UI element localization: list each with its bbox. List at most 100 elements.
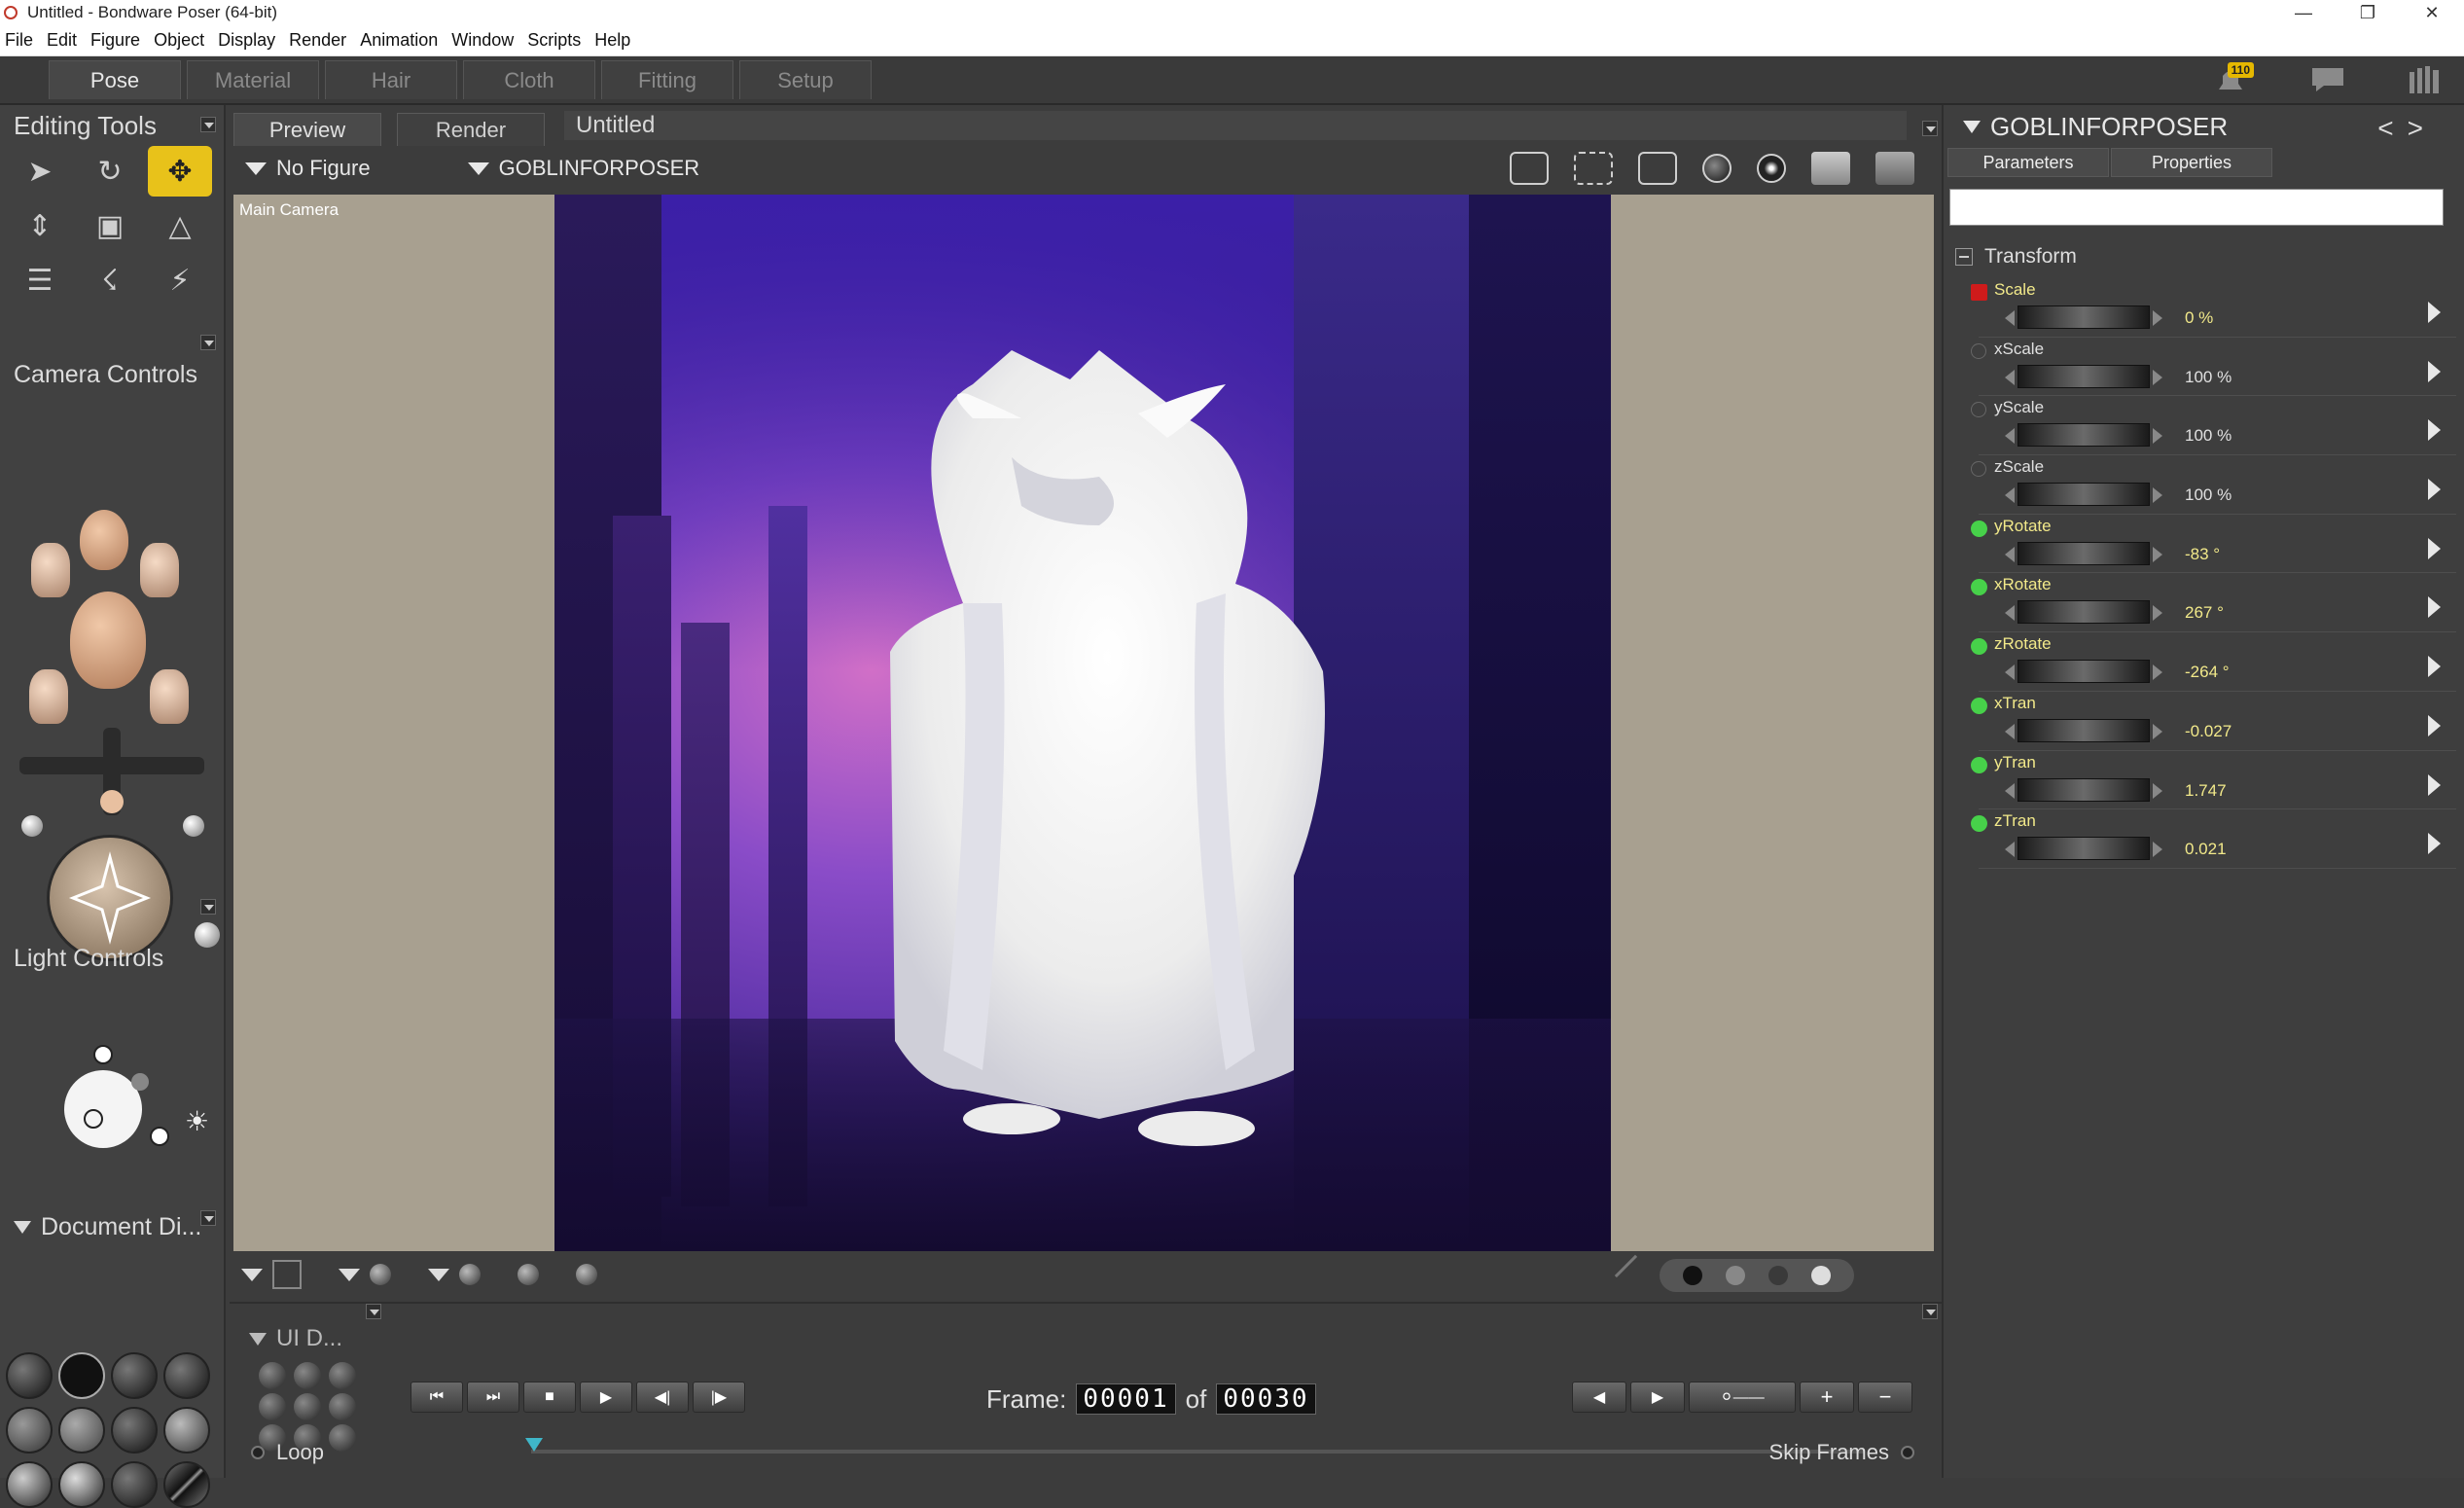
next-key-icon[interactable]: ▶ xyxy=(1630,1382,1685,1413)
sphere-render-icon[interactable] xyxy=(1702,154,1732,183)
parameter-menu-arrow-icon[interactable] xyxy=(2428,360,2441,382)
previous-actor-icon[interactable]: < xyxy=(2377,113,2407,143)
parameter-menu-arrow-icon[interactable] xyxy=(2428,773,2441,796)
camera-option-ball-icon[interactable] xyxy=(21,815,43,837)
parameter-menu-arrow-icon[interactable] xyxy=(2428,419,2441,442)
key-indicator-icon[interactable] xyxy=(1971,342,1986,359)
minimize-button[interactable]: — xyxy=(2271,0,2336,25)
parameter-dial[interactable] xyxy=(2005,600,2162,625)
parameter-dial[interactable] xyxy=(2005,541,2162,565)
figure-select[interactable]: No Figure xyxy=(245,156,371,181)
preview-style-icon[interactable] xyxy=(163,1461,210,1508)
menu-object[interactable]: Object xyxy=(149,30,213,51)
background-white-swatch[interactable] xyxy=(1811,1266,1831,1285)
close-button[interactable]: ✕ xyxy=(2400,0,2464,25)
key-indicator-icon[interactable] xyxy=(1971,402,1986,418)
viewport-menu-button[interactable] xyxy=(1922,121,1938,136)
key-indicator-icon[interactable] xyxy=(1971,815,1987,833)
light-globe-icon[interactable]: ☀ xyxy=(0,1041,226,1167)
parameter-menu-arrow-icon[interactable] xyxy=(2428,302,2441,323)
remove-keyframe-icon[interactable]: − xyxy=(1858,1382,1912,1413)
key-indicator-icon[interactable] xyxy=(1971,579,1987,596)
face-camera-icon[interactable] xyxy=(80,510,128,570)
menu-help[interactable]: Help xyxy=(589,30,639,51)
parameter-value[interactable]: 0 % xyxy=(2185,308,2213,328)
tab-hair[interactable]: Hair xyxy=(325,60,457,99)
scene-render[interactable] xyxy=(554,195,1611,1251)
skip-frames-option[interactable]: Skip Frames xyxy=(1769,1440,1914,1465)
step-back-icon[interactable]: ◀| xyxy=(636,1382,689,1413)
tab-cloth[interactable]: Cloth xyxy=(463,60,595,99)
parameter-value[interactable]: 100 % xyxy=(2185,485,2232,505)
background-black-swatch[interactable] xyxy=(1683,1266,1702,1285)
loop-option[interactable]: Loop xyxy=(251,1440,324,1465)
posing-camera-head-icon[interactable] xyxy=(70,592,146,689)
translate-tool-icon[interactable]: ✥ xyxy=(148,146,212,197)
parameter-menu-arrow-icon[interactable] xyxy=(2428,479,2441,501)
skip-frames-radio[interactable] xyxy=(1901,1446,1914,1459)
texture-shaded-style-icon[interactable] xyxy=(111,1461,158,1508)
stop-icon[interactable]: ■ xyxy=(523,1382,576,1413)
parameter-menu-arrow-icon[interactable] xyxy=(2428,596,2441,619)
rotate-tool-icon[interactable]: ↻ xyxy=(78,146,142,197)
restore-button[interactable]: ❐ xyxy=(2336,0,2400,25)
tab-material[interactable]: Material xyxy=(187,60,319,99)
cartoon-style-icon[interactable] xyxy=(163,1407,210,1454)
total-frames-field[interactable]: 00030 xyxy=(1216,1383,1316,1415)
parameter-value[interactable]: -264 ° xyxy=(2185,663,2230,682)
parameter-dial[interactable] xyxy=(2005,777,2162,802)
editing-tools-menu-button[interactable] xyxy=(200,117,216,132)
smooth-shaded-style-icon[interactable] xyxy=(6,1461,53,1508)
play-icon[interactable]: ▶ xyxy=(580,1382,632,1413)
timeline-scrubber[interactable] xyxy=(525,1438,1864,1454)
transform-section[interactable]: Transform xyxy=(1955,245,2464,269)
ui-dots-menu-button[interactable] xyxy=(366,1304,381,1319)
ui-dot[interactable] xyxy=(329,1362,356,1389)
camera-view-icon[interactable] xyxy=(1638,152,1677,185)
parameter-value[interactable]: 0.021 xyxy=(2185,840,2227,859)
actor-select[interactable]: GOBLINFORPOSER xyxy=(467,156,699,181)
edit-keyframes-icon[interactable]: ⚪—— xyxy=(1689,1382,1796,1413)
hidden-line-style-icon[interactable] xyxy=(163,1352,210,1399)
menu-window[interactable]: Window xyxy=(446,30,522,51)
tab-setup[interactable]: Setup xyxy=(739,60,872,99)
parameter-value[interactable]: 267 ° xyxy=(2185,603,2224,623)
key-indicator-icon[interactable] xyxy=(1971,697,1987,714)
ui-dot[interactable] xyxy=(294,1362,321,1389)
tab-pose[interactable]: Pose xyxy=(49,60,181,99)
scene-camera-icon[interactable] xyxy=(1875,152,1914,185)
parameter-menu-arrow-icon[interactable] xyxy=(2428,833,2441,855)
menu-figure[interactable]: Figure xyxy=(86,30,149,51)
library-icon[interactable] xyxy=(2406,64,2445,95)
camera-scale-ball-icon[interactable] xyxy=(195,922,220,948)
ground-shadow-icon[interactable] xyxy=(272,1260,302,1289)
current-frame-field[interactable]: 00001 xyxy=(1076,1383,1176,1415)
tab-parameters[interactable]: Parameters xyxy=(1947,148,2109,177)
select-tool-icon[interactable]: ➤ xyxy=(8,146,72,197)
previous-key-icon[interactable]: ◀ xyxy=(1572,1382,1626,1413)
notifications-icon[interactable]: 110 xyxy=(2211,62,2254,95)
left-hand-camera-icon[interactable] xyxy=(31,543,70,597)
ui-dot[interactable] xyxy=(294,1393,321,1420)
smooth-lined-style-icon[interactable] xyxy=(58,1461,105,1508)
camera-controls-menu-button[interactable] xyxy=(200,335,216,350)
parameter-menu-arrow-icon[interactable] xyxy=(2428,656,2441,678)
taper-tool-icon[interactable]: △ xyxy=(148,200,212,251)
style-menu-icon[interactable] xyxy=(339,1268,360,1281)
dolly-right-hand-icon[interactable] xyxy=(150,669,189,724)
go-to-end-icon[interactable]: ⏭ xyxy=(467,1382,519,1413)
key-indicator-icon[interactable] xyxy=(1971,284,1987,301)
parameter-search-input[interactable] xyxy=(1949,189,2444,226)
menu-render[interactable]: Render xyxy=(284,30,355,51)
document-viewport[interactable]: Main Camera xyxy=(233,195,1934,1251)
translate-in-out-tool-icon[interactable]: ⇕ xyxy=(8,200,72,251)
dolly-left-hand-icon[interactable] xyxy=(29,669,68,724)
tab-fitting[interactable]: Fitting xyxy=(601,60,733,99)
camera-option-ball-icon[interactable] xyxy=(183,815,204,837)
ui-dot[interactable] xyxy=(259,1393,286,1420)
key-indicator-icon[interactable] xyxy=(1971,638,1987,656)
parameter-dial[interactable] xyxy=(2005,364,2162,388)
move-xyz-icon[interactable] xyxy=(10,718,214,825)
tab-render[interactable]: Render xyxy=(397,113,545,146)
lit-wireframe-style-icon[interactable] xyxy=(6,1407,53,1454)
